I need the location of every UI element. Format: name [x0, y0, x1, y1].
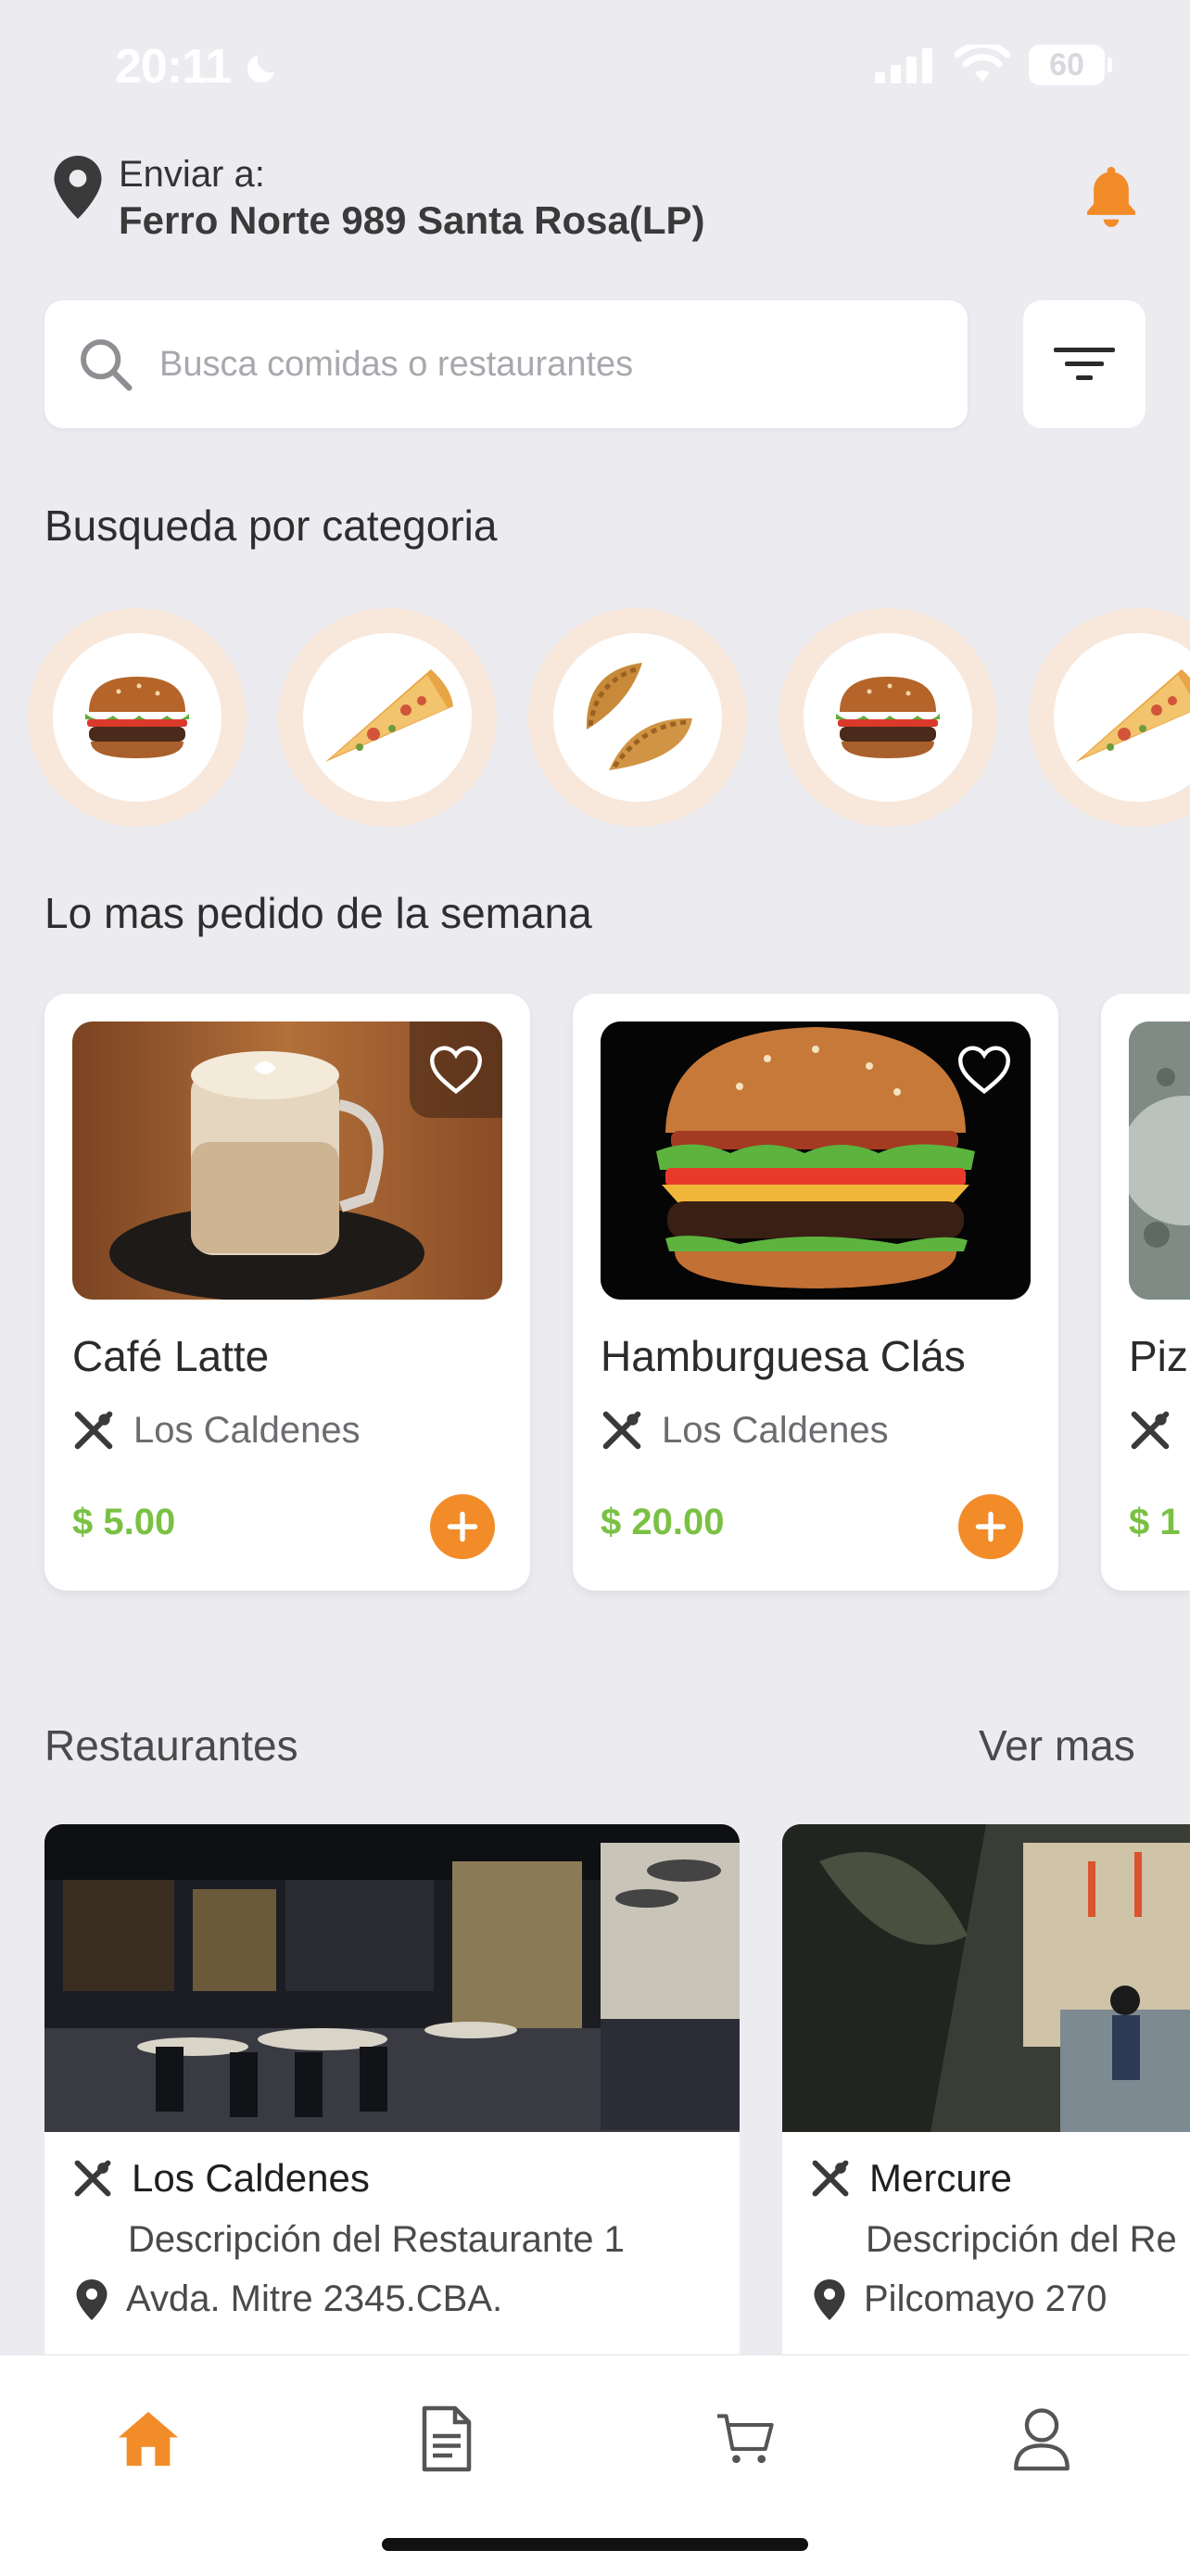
heart-icon [430, 1046, 482, 1095]
restaurant-card[interactable]: Los Caldenes Descripción del Restaurante… [44, 1824, 740, 2380]
product-card-burger[interactable]: Hamburguesa Clás Los Caldenes $ 20.00 [573, 994, 1058, 1591]
moon-icon [247, 55, 274, 83]
nav-orders[interactable] [400, 2392, 493, 2485]
latte-image [72, 1022, 502, 1300]
add-to-cart-button[interactable] [958, 1494, 1023, 1559]
status-time: 20:11 [115, 39, 281, 95]
category-hamburger[interactable] [28, 608, 247, 827]
restaurant-description: Descripción del Re [866, 2219, 1177, 2260]
favorite-button[interactable] [938, 1022, 1031, 1118]
nav-cart[interactable] [699, 2392, 791, 2485]
nav-home[interactable] [102, 2392, 195, 2485]
restaurant-name: Mercure [869, 2156, 1013, 2200]
utensils-icon [1131, 1411, 1170, 1450]
search-icon [81, 339, 133, 391]
category-empanada[interactable] [528, 608, 747, 827]
add-to-cart-button[interactable] [430, 1494, 495, 1559]
battery-indicator: 60 [1029, 44, 1112, 85]
category-hamburger-2[interactable] [779, 608, 997, 827]
search-input[interactable] [158, 343, 921, 386]
filter-icon [1054, 348, 1115, 380]
restaurant-address: Pilcomayo 270 [864, 2278, 1108, 2319]
burger-image [601, 1022, 1031, 1300]
status-icons: 60 [875, 44, 1112, 85]
orders-icon [422, 2405, 472, 2472]
product-name: Hamburguesa Clás [601, 1332, 966, 1380]
utensils-icon [602, 1411, 641, 1450]
signal-icon [875, 48, 932, 83]
restaurant-image [782, 1824, 1190, 2132]
pizza-icon [325, 669, 453, 762]
search-bar[interactable] [44, 300, 968, 428]
product-name: Café Latte [72, 1332, 270, 1380]
utensils-icon [74, 2160, 111, 2197]
plus-icon [447, 1511, 478, 1542]
restaurant-address: Avda. Mitre 2345.CBA. [126, 2278, 503, 2319]
location-pin-icon [54, 156, 102, 219]
product-card-latte[interactable]: Café Latte Los Caldenes $ 5.00 [44, 994, 530, 1591]
delivery-address[interactable]: Ferro Norte 989 Santa Rosa(LP) [119, 198, 705, 243]
location-pin-icon [814, 2278, 845, 2320]
restaurant-card[interactable]: Mercure Descripción del Re Pilcomayo 270 [782, 1824, 1190, 2380]
nav-profile[interactable] [995, 2392, 1088, 2485]
utensils-icon [74, 1411, 113, 1450]
favorite-button[interactable] [410, 1022, 502, 1118]
cart-icon [717, 2414, 774, 2464]
category-pizza-2[interactable] [1029, 608, 1190, 827]
product-price: $ 20.00 [601, 1502, 725, 1542]
hamburger-icon [836, 677, 940, 758]
product-restaurant [1129, 1409, 1171, 1452]
pizza-image [1129, 1022, 1190, 1300]
pizza-icon [1076, 669, 1190, 762]
wifi-icon [955, 44, 1010, 82]
see-more-link[interactable]: Ver mas [979, 1720, 1135, 1770]
restaurant-address-row: Avda. Mitre 2345.CBA. [76, 2278, 502, 2320]
home-indicator [382, 2538, 808, 2551]
product-card-pizza[interactable]: Piz $ 1 [1101, 994, 1190, 1591]
deliver-label: Enviar a: [119, 154, 265, 195]
notification-bell-icon[interactable] [1084, 167, 1138, 228]
category-pizza[interactable] [278, 608, 497, 827]
empanada-icon [586, 663, 692, 770]
plus-icon [975, 1511, 1006, 1542]
location-pin-icon [76, 2278, 108, 2320]
product-restaurant: Los Caldenes [72, 1409, 361, 1452]
restaurant-address-row: Pilcomayo 270 [814, 2278, 1107, 2320]
categories-title: Busqueda por categoria [44, 501, 498, 550]
restaurant-image [44, 1824, 740, 2132]
popular-title: Lo mas pedido de la semana [44, 889, 592, 937]
product-price: $ 1 [1129, 1502, 1181, 1542]
restaurant-name-row: Mercure [810, 2156, 1012, 2201]
heart-icon [958, 1046, 1010, 1095]
hamburger-icon [85, 677, 189, 758]
restaurants-title: Restaurantes [44, 1721, 298, 1770]
home-icon [118, 2411, 179, 2467]
utensils-icon [812, 2160, 849, 2197]
product-restaurant: Los Caldenes [601, 1409, 889, 1452]
restaurant-name-row: Los Caldenes [72, 2156, 370, 2201]
product-name: Piz [1129, 1332, 1188, 1380]
restaurant-description: Descripción del Restaurante 1 [128, 2219, 625, 2260]
product-price: $ 5.00 [72, 1502, 176, 1542]
profile-icon [1014, 2408, 1070, 2471]
filter-button[interactable] [1023, 300, 1146, 428]
restaurant-name: Los Caldenes [132, 2156, 370, 2200]
